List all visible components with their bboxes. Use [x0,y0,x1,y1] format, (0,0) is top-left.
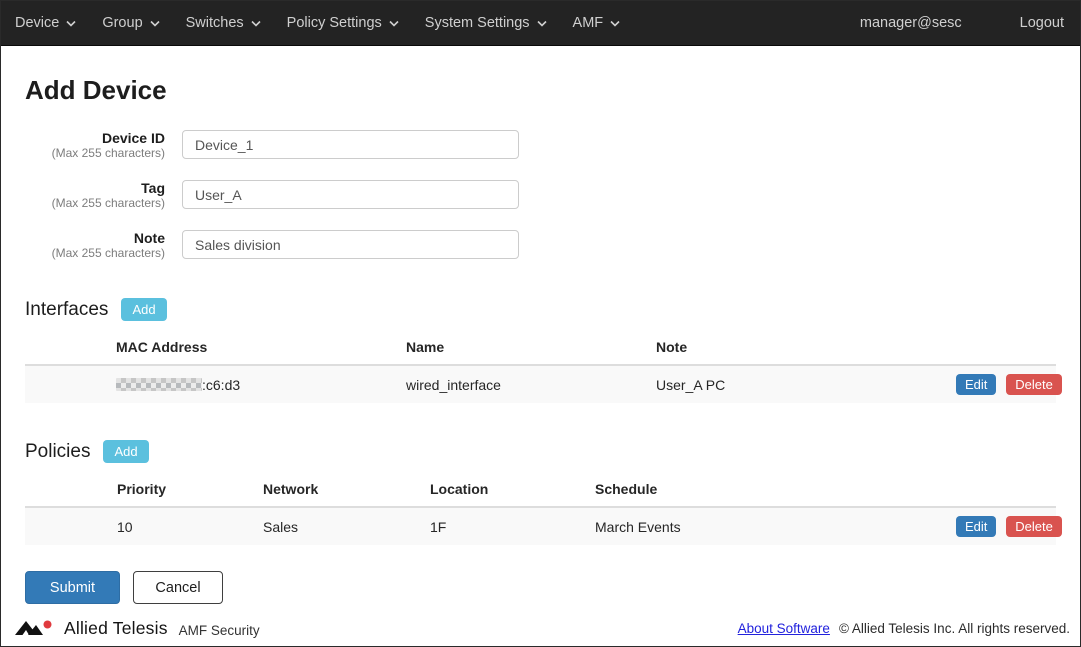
nav-item-switches[interactable]: Switches [173,15,274,31]
chevron-down-icon [150,20,160,27]
allied-telesis-logo: Allied Telesis [15,617,168,639]
logout-button[interactable]: Logout [1020,15,1064,31]
page-title: Add Device [25,75,1056,106]
tag-label: Tag [25,180,165,196]
nav-item-system-settings[interactable]: System Settings [412,15,560,31]
nav-item-policy-settings[interactable]: Policy Settings [274,15,412,31]
interface-mac-cell: :c6:d3 [116,365,406,403]
interface-delete-button[interactable]: Delete [1006,374,1062,395]
policies-col-actions [956,473,1056,507]
nav-item-label: System Settings [425,15,530,31]
chevron-down-icon [610,20,620,27]
cancel-button[interactable]: Cancel [133,571,223,604]
interfaces-col-mac: MAC Address [116,331,406,365]
footer-right: About Software © Allied Telesis Inc. All… [738,621,1070,636]
submit-button[interactable]: Submit [25,571,120,604]
nav-item-device[interactable]: Device [15,15,89,31]
mac-suffix: :c6:d3 [202,377,240,393]
copyright-text: © Allied Telesis Inc. All rights reserve… [839,621,1070,636]
redacted-mac-prefix [116,378,202,391]
note-label: Note [25,230,165,246]
chevron-down-icon [537,20,547,27]
nav-menu: Device Group Switches Policy Settings Sy… [15,15,633,31]
table-row: :c6:d3 wired_interface User_A PC Edit De… [25,365,1056,403]
device-id-input[interactable] [182,130,519,159]
interfaces-col-actions [956,331,1056,365]
policies-col-network: Network [263,473,430,507]
interfaces-heading: Interfaces [25,299,108,321]
device-id-label: Device ID [25,130,165,146]
product-name: AMF Security [179,619,260,638]
policies-indent-cell [25,507,117,545]
policies-indent-column [25,473,117,507]
policies-table: Priority Network Location Schedule 10 Sa… [25,473,1056,545]
note-row: Note (Max 255 characters) [25,230,1056,261]
note-label-block: Note (Max 255 characters) [25,230,165,261]
nav-item-label: Policy Settings [287,15,382,31]
footer: Allied Telesis AMF Security About Softwa… [15,617,1070,639]
tag-hint: (Max 255 characters) [25,196,165,211]
note-hint: (Max 255 characters) [25,246,165,261]
policy-location-cell: 1F [430,507,595,545]
policy-actions-cell: Edit Delete [956,507,1056,545]
tag-input[interactable] [182,180,519,209]
interface-edit-button[interactable]: Edit [956,374,996,395]
form-actions: Submit Cancel [25,571,1056,604]
nav-item-amf[interactable]: AMF [560,15,634,31]
tag-label-block: Tag (Max 255 characters) [25,180,165,211]
interfaces-section-header: Interfaces Add [25,298,1056,321]
logged-in-user: manager@sesc [860,15,962,31]
interfaces-indent-column [25,331,116,365]
nav-item-label: AMF [573,15,604,31]
device-id-label-block: Device ID (Max 255 characters) [25,130,165,161]
nav-item-label: Device [15,15,59,31]
top-navbar: Device Group Switches Policy Settings Sy… [1,1,1080,46]
policies-section-header: Policies Add [25,440,1056,463]
device-id-hint: (Max 255 characters) [25,146,165,161]
policies-col-location: Location [430,473,595,507]
about-software-link[interactable]: About Software [738,621,830,636]
interface-actions-cell: Edit Delete [956,365,1056,403]
policy-delete-button[interactable]: Delete [1006,516,1062,537]
interfaces-table: MAC Address Name Note :c6:d3 wired_inter… [25,331,1056,403]
policies-col-schedule: Schedule [595,473,956,507]
interfaces-col-note: Note [656,331,956,365]
interfaces-add-button[interactable]: Add [121,298,166,321]
policies-col-priority: Priority [117,473,263,507]
interface-note-cell: User_A PC [656,365,956,403]
interface-name-cell: wired_interface [406,365,656,403]
note-input[interactable] [182,230,519,259]
policy-schedule-cell: March Events [595,507,956,545]
device-id-row: Device ID (Max 255 characters) [25,130,1056,161]
policies-header-row: Priority Network Location Schedule [25,473,1056,507]
policies-heading: Policies [25,441,90,463]
allied-telesis-mark-icon [15,617,57,639]
nav-item-label: Switches [186,15,244,31]
nav-item-label: Group [102,15,142,31]
chevron-down-icon [251,20,261,27]
brand-name: Allied Telesis [64,618,168,639]
chevron-down-icon [389,20,399,27]
interfaces-indent-cell [25,365,116,403]
interfaces-col-name: Name [406,331,656,365]
chevron-down-icon [66,20,76,27]
nav-item-group[interactable]: Group [89,15,172,31]
policy-network-cell: Sales [263,507,430,545]
policy-priority-cell: 10 [117,507,263,545]
policy-edit-button[interactable]: Edit [956,516,996,537]
tag-row: Tag (Max 255 characters) [25,180,1056,211]
interfaces-header-row: MAC Address Name Note [25,331,1056,365]
policies-add-button[interactable]: Add [103,440,148,463]
table-row: 10 Sales 1F March Events Edit Delete [25,507,1056,545]
